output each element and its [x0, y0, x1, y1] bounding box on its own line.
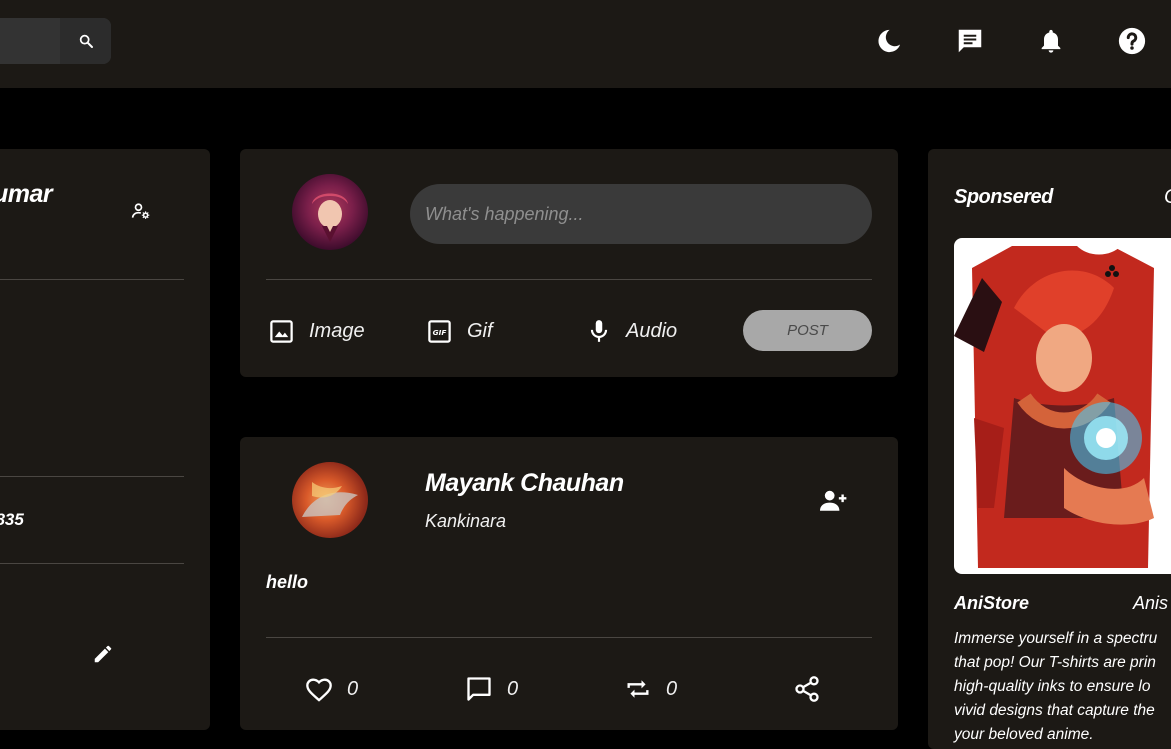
profile-name: umar	[0, 180, 53, 208]
comment-count: 0	[507, 677, 519, 700]
ad-image[interactable]	[954, 238, 1171, 574]
top-bar	[0, 0, 1171, 88]
svg-text:GIF: GIF	[433, 327, 447, 336]
attach-image-label: Image	[309, 319, 365, 342]
sponsored-card: Sponsered C AniStore Anis Immerse yourse…	[928, 149, 1171, 749]
post-divider	[266, 637, 872, 638]
profile-id: 3835	[0, 510, 24, 529]
profile-card: umar 3835	[0, 149, 210, 730]
ad-description-line: Immerse yourself in a spectru	[954, 630, 1158, 647]
sponsored-heading: Sponsered	[954, 186, 1053, 208]
compose-card: What's happening... Image GIF Gif Audio …	[240, 149, 898, 377]
like-count: 0	[347, 677, 359, 700]
post-author[interactable]: Mayank Chauhan	[425, 469, 624, 498]
gif-icon: GIF	[428, 319, 451, 343]
repost-icon	[627, 680, 649, 698]
search-icon	[79, 34, 93, 48]
attach-gif-button[interactable]: GIF Gif	[426, 315, 493, 347]
person-add-icon[interactable]	[820, 489, 848, 518]
search-input[interactable]	[0, 18, 111, 64]
help-icon[interactable]	[1115, 24, 1149, 58]
ad-description-line: that pop! Our T-shirts are prin	[954, 654, 1156, 671]
search-button[interactable]	[60, 18, 111, 64]
repost-button[interactable]: 0	[624, 673, 677, 705]
ad-store-right: Anis	[1133, 593, 1169, 613]
attach-audio-button[interactable]: Audio	[586, 315, 677, 347]
repost-count: 0	[666, 677, 678, 700]
profile-divider	[0, 279, 184, 280]
profile-divider	[0, 476, 184, 477]
post-input-placeholder: What's happening...	[425, 203, 584, 224]
author-avatar[interactable]	[292, 462, 368, 538]
comment-icon	[467, 677, 491, 701]
attach-gif-label: Gif	[467, 319, 493, 342]
ad-description-line: vivid designs that capture the	[954, 702, 1155, 719]
moon-icon[interactable]	[872, 24, 906, 58]
post-card: Mayank Chauhan Kankinara hello 0 0 0	[240, 437, 898, 730]
attach-image-button[interactable]: Image	[268, 315, 365, 347]
profile-divider	[0, 563, 184, 564]
heart-icon	[306, 678, 332, 702]
comment-button[interactable]: 0	[465, 673, 518, 705]
compose-divider	[266, 279, 872, 280]
post-button[interactable]: POST	[743, 310, 872, 351]
ad-description-line: your beloved anime.	[954, 726, 1094, 743]
like-button[interactable]: 0	[305, 673, 358, 705]
post-text: hello	[266, 572, 309, 592]
mic-icon	[590, 320, 608, 342]
post-location: Kankinara	[425, 511, 507, 531]
pencil-icon[interactable]	[92, 643, 114, 670]
share-icon[interactable]	[793, 674, 821, 709]
ad-description: Immerse yourself in a spectru that pop! …	[954, 627, 1157, 747]
ad-description-line: high-quality inks to ensure lo	[954, 678, 1151, 695]
person-gear-icon[interactable]	[131, 201, 151, 226]
avatar[interactable]	[292, 174, 368, 250]
sponsored-heading-right: C	[1164, 186, 1171, 209]
post-input[interactable]: What's happening...	[410, 184, 872, 244]
attach-audio-label: Audio	[626, 319, 678, 342]
bell-icon[interactable]	[1034, 24, 1068, 58]
image-icon	[270, 319, 293, 343]
chat-icon[interactable]	[953, 24, 987, 58]
ad-store-name[interactable]: AniStore	[954, 593, 1029, 614]
